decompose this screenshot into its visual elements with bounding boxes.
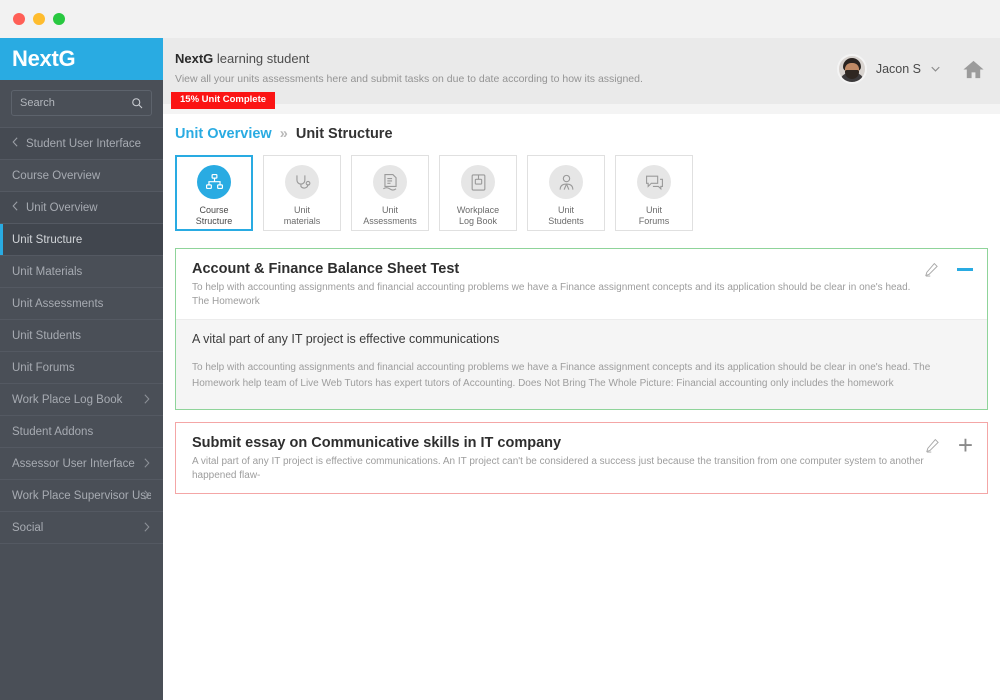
assessment-summary: To help with accounting assignments and … — [192, 281, 927, 308]
sidebar-item-assessor-user-interface[interactable]: Assessor User Interface — [0, 447, 163, 479]
pencil-icon[interactable] — [925, 438, 940, 453]
assessment-card: Submit essay on Communicative skills in … — [175, 422, 988, 494]
window-titlebar — [0, 0, 1000, 38]
sidebar-item-label: Unit Structure — [12, 234, 151, 246]
sidebar-item-student-addons[interactable]: Student Addons — [0, 415, 163, 447]
sidebar-item-unit-assessments[interactable]: Unit Assessments — [0, 287, 163, 319]
sidebar-item-work-place-supervisor-user[interactable]: Work Place Supervisor User... — [0, 479, 163, 511]
chat-bubbles-icon — [637, 165, 671, 199]
tab-unit-forums[interactable]: Unit Forums — [615, 155, 693, 231]
tab-label: Workplace Log Book — [457, 205, 499, 228]
search-icon[interactable] — [131, 96, 143, 114]
assessment-body-text: To help with accounting assignments and … — [192, 360, 971, 391]
tab-workplace-log-book[interactable]: Workplace Log Book — [439, 155, 517, 231]
page-header: NextG learning student View all your uni… — [163, 38, 1000, 104]
sidebar-item-label: Unit Assessments — [12, 298, 151, 310]
close-window-button[interactable] — [13, 13, 25, 25]
page-title-brand: NextG — [175, 51, 213, 66]
maximize-window-button[interactable] — [53, 13, 65, 25]
sidebar-item-label: Social — [12, 522, 151, 534]
chevron-right-icon — [144, 489, 150, 503]
avatar[interactable] — [837, 54, 867, 84]
tab-card-row: Course Structure Unit materials Unit Asses… — [163, 142, 1000, 231]
chevron-right-icon — [144, 457, 150, 471]
search-box[interactable] — [11, 90, 152, 116]
sidebar-item-label: Course Overview — [12, 170, 151, 182]
tab-label: Unit materials — [284, 205, 321, 228]
chevron-right-icon — [144, 521, 150, 535]
sidebar-item-unit-students[interactable]: Unit Students — [0, 319, 163, 351]
user-name: Jacon S — [876, 62, 921, 76]
breadcrumb-current: Unit Structure — [296, 126, 393, 142]
sidebar-item-work-place-log-book[interactable]: Work Place Log Book — [0, 383, 163, 415]
chevron-right-icon — [144, 393, 150, 407]
breadcrumb-separator: » — [280, 126, 288, 142]
plus-icon[interactable]: + — [958, 436, 973, 454]
tab-label: Course Structure — [196, 205, 233, 228]
sidebar-item-student-user-interface[interactable]: Student User Interface — [0, 127, 163, 159]
sidebar-item-label: Work Place Supervisor User... — [12, 490, 151, 502]
traffic-light-group — [13, 13, 65, 25]
sidebar-item-unit-materials[interactable]: Unit Materials — [0, 255, 163, 287]
tab-unit-materials[interactable]: Unit materials — [263, 155, 341, 231]
main-content: NextG learning student View all your uni… — [163, 38, 1000, 700]
brand-text: NextG — [12, 46, 75, 72]
sidebar-item-label: Student Addons — [12, 426, 151, 438]
sidebar-item-label: Unit Students — [12, 330, 151, 342]
tab-label: Unit Assessments — [363, 205, 417, 228]
assessment-card-header[interactable]: Account & Finance Balance Sheet Test To h… — [176, 249, 987, 319]
sidebar: NextG Student User Interface Course Overv… — [0, 38, 163, 700]
search-input[interactable] — [12, 91, 120, 115]
minimize-window-button[interactable] — [33, 13, 45, 25]
tab-course-structure[interactable]: Course Structure — [175, 155, 253, 231]
chevron-down-icon[interactable] — [931, 64, 940, 75]
logbook-icon — [461, 165, 495, 199]
assessment-card-actions: + — [925, 436, 973, 454]
minus-icon[interactable] — [957, 268, 973, 271]
tab-label: Unit Forums — [639, 205, 670, 228]
tab-unit-students[interactable]: Unit Students — [527, 155, 605, 231]
sidebar-item-unit-overview[interactable]: Unit Overview — [0, 191, 163, 223]
assessment-card: Account & Finance Balance Sheet Test To h… — [175, 248, 988, 410]
status-badge: 15% Unit Complete — [171, 92, 275, 109]
sidebar-item-label: Unit Overview — [26, 202, 151, 214]
sidebar-item-label: Unit Materials — [12, 266, 151, 278]
tab-label: Unit Students — [548, 205, 584, 228]
page-title-rest: learning student — [213, 51, 309, 66]
assessment-summary: A vital part of any IT project is effect… — [192, 455, 927, 482]
search-container — [0, 80, 163, 127]
document-signed-icon — [373, 165, 407, 199]
sidebar-item-label: Student User Interface — [26, 138, 151, 150]
app-logo[interactable]: NextG — [0, 38, 163, 80]
sidebar-filler — [0, 543, 163, 673]
user-menu[interactable]: Jacon S — [837, 54, 986, 84]
sidebar-item-course-overview[interactable]: Course Overview — [0, 159, 163, 191]
sidebar-nav: Student User Interface Course Overview Uni… — [0, 127, 163, 543]
sidebar-item-label: Unit Forums — [12, 362, 151, 374]
chevron-left-icon — [12, 137, 18, 150]
assessment-body-title: A vital part of any IT project is effect… — [192, 332, 971, 346]
stethoscope-icon — [285, 165, 319, 199]
tab-unit-assessments[interactable]: Unit Assessments — [351, 155, 429, 231]
breadcrumb: Unit Overview » Unit Structure — [163, 114, 1000, 142]
sidebar-item-label: Assessor User Interface — [12, 458, 151, 470]
sidebar-item-social[interactable]: Social — [0, 511, 163, 543]
sidebar-item-label: Work Place Log Book — [12, 394, 151, 406]
sidebar-item-unit-forums[interactable]: Unit Forums — [0, 351, 163, 383]
assessment-card-body: A vital part of any IT project is effect… — [176, 319, 987, 409]
sitemap-icon — [197, 165, 231, 199]
student-icon — [549, 165, 583, 199]
assessment-title: Account & Finance Balance Sheet Test — [192, 261, 927, 277]
sidebar-item-unit-structure[interactable]: Unit Structure — [0, 223, 163, 255]
assessment-card-header[interactable]: Submit essay on Communicative skills in … — [176, 423, 987, 493]
assessment-card-list: Account & Finance Balance Sheet Test To h… — [163, 231, 1000, 494]
chevron-left-icon — [12, 201, 18, 214]
pencil-icon[interactable] — [924, 262, 939, 277]
home-icon[interactable] — [961, 58, 986, 81]
breadcrumb-parent[interactable]: Unit Overview — [175, 126, 272, 142]
progress-strip: 15% Unit Complete — [163, 104, 1000, 114]
assessment-card-actions — [924, 262, 973, 277]
assessment-title: Submit essay on Communicative skills in … — [192, 435, 927, 451]
